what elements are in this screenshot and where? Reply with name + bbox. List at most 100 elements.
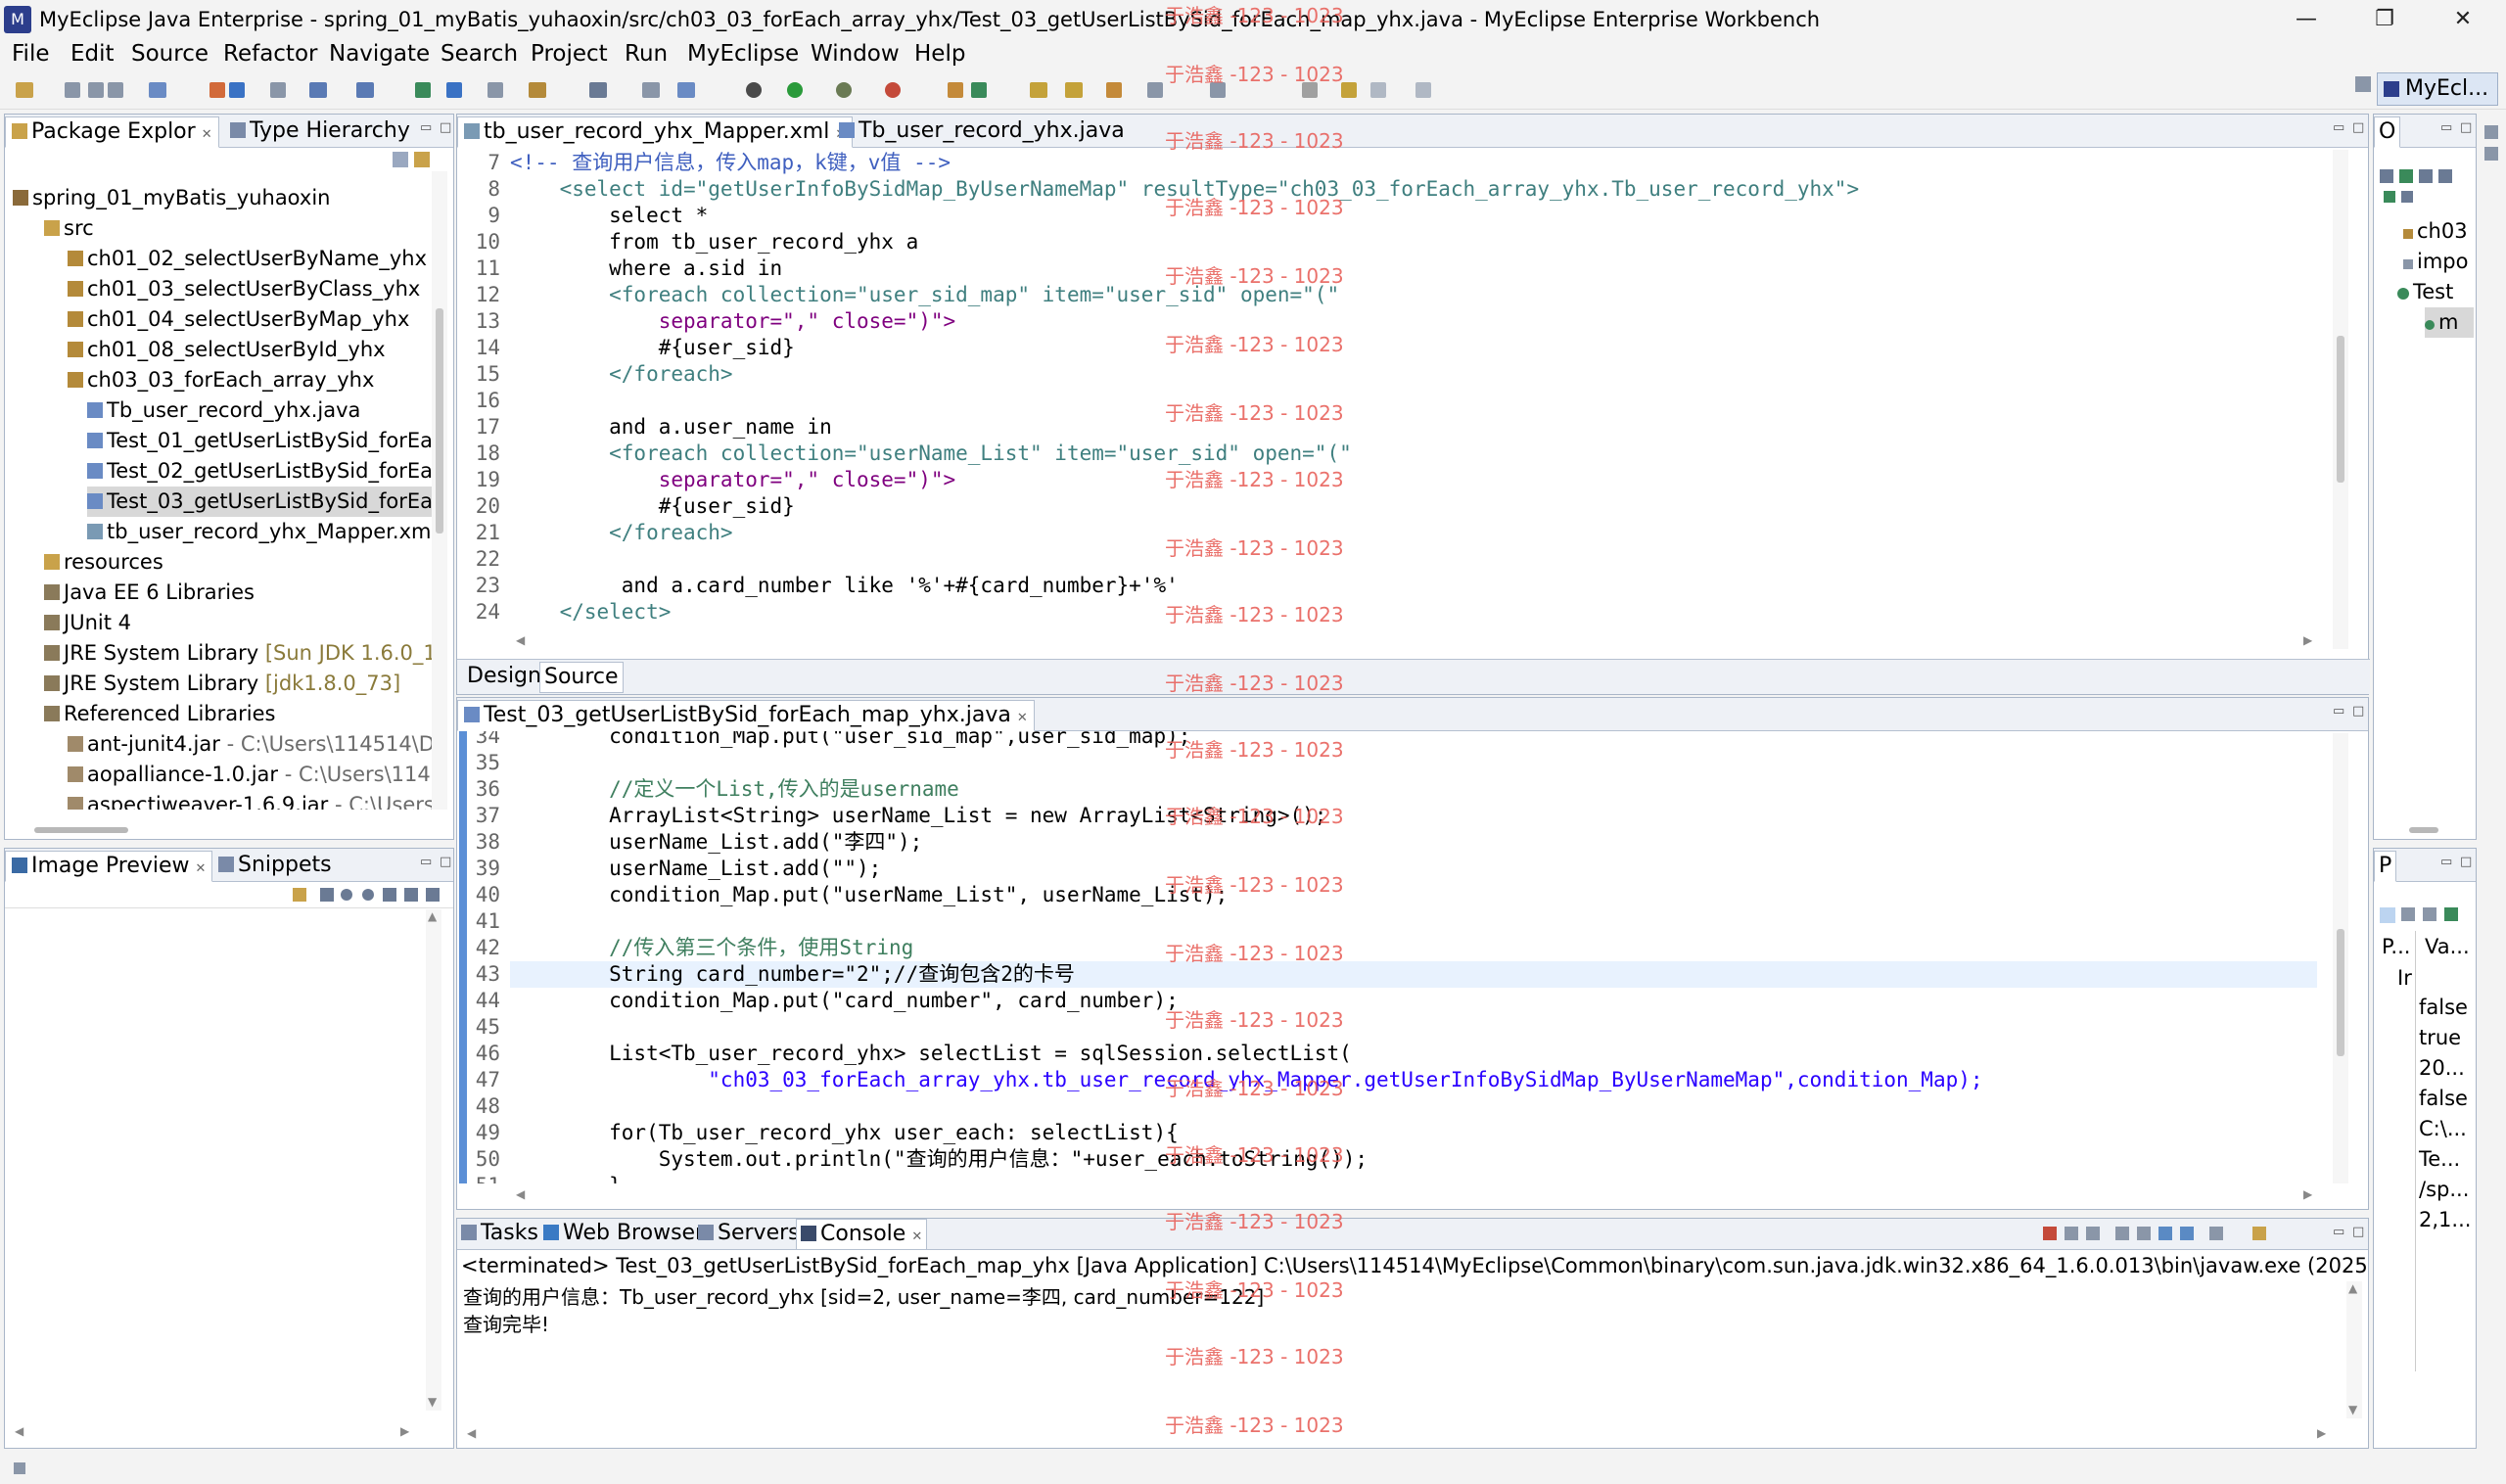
menu-source[interactable]: Source xyxy=(131,41,209,67)
scroll-thumb[interactable] xyxy=(2337,336,2344,483)
tab-image-preview[interactable]: Image Preview ✕ xyxy=(5,851,213,882)
scroll-thumb[interactable] xyxy=(436,308,443,533)
menu-search[interactable]: Search xyxy=(441,41,518,67)
tab-test03-java[interactable]: Test_03_getUserListBySid_forEach_map_yhx… xyxy=(457,700,1035,731)
maximize-view-icon[interactable]: □ xyxy=(2352,704,2364,719)
minimize-view-icon[interactable]: ▭ xyxy=(2440,855,2452,869)
tab-web-browser[interactable]: Web Browser xyxy=(539,1219,708,1250)
tree-item-jar[interactable]: ant-junit4.jar - C:\Users\114514\D xyxy=(68,729,432,760)
java-editor-scrollbar[interactable] xyxy=(2333,733,2348,1183)
minimize-view-icon[interactable]: ▭ xyxy=(420,120,432,135)
scroll-thumb[interactable] xyxy=(2337,929,2344,1056)
tree-item-xml-file[interactable]: tb_user_record_yhx_Mapper.xml xyxy=(87,517,432,547)
console-scrollbar[interactable]: ▲ ▼ xyxy=(2346,1281,2362,1418)
tree-item-package[interactable]: ch01_02_selectUserByName_yhx xyxy=(68,244,427,274)
horizontal-scroll-thumb[interactable] xyxy=(2409,827,2438,833)
menu-refactor[interactable]: Refactor xyxy=(223,41,317,67)
minimize-view-icon[interactable]: ▭ xyxy=(2333,1225,2344,1239)
maximize-view-icon[interactable]: □ xyxy=(2352,1225,2364,1239)
menu-edit[interactable]: Edit xyxy=(70,41,115,67)
tab-snippets[interactable]: Snippets xyxy=(212,851,338,882)
menu-run[interactable]: Run xyxy=(625,41,668,67)
scroll-up-icon[interactable]: ▲ xyxy=(428,909,437,923)
close-icon[interactable]: ✕ xyxy=(202,127,212,142)
menu-myeclipse[interactable]: MyEclipse xyxy=(687,41,799,67)
tab-properties[interactable]: P xyxy=(2374,851,2397,882)
tab-servers[interactable]: Servers xyxy=(694,1219,804,1250)
scroll-left-icon[interactable]: ◀ xyxy=(15,1424,23,1438)
maximize-view-icon[interactable]: □ xyxy=(440,120,451,135)
maximize-button[interactable]: ❐ xyxy=(2355,4,2414,35)
tree-item-package[interactable]: ch01_03_selectUserByClass_yhx xyxy=(68,274,420,304)
tree-item-library[interactable]: JRE System Library [Sun JDK 1.6.0_13 xyxy=(44,638,432,669)
menu-help[interactable]: Help xyxy=(914,41,965,67)
scroll-left-icon[interactable]: ◀ xyxy=(467,1426,476,1440)
scroll-right-icon[interactable]: ▶ xyxy=(2303,633,2312,647)
minimize-button[interactable]: — xyxy=(2277,4,2336,35)
tab-package-explorer[interactable]: Package Explor ✕ xyxy=(5,116,219,148)
side-view-icon[interactable] xyxy=(2484,147,2498,161)
xml-code-area[interactable]: 7 8 9 10 11 12 13 14 15 16 17 18 19 20 2… xyxy=(457,150,2317,649)
tree-item-java-file-selected[interactable]: Test_03_getUserListBySid_forEac xyxy=(87,487,432,517)
tree-item-library[interactable]: Java EE 6 Libraries xyxy=(44,578,255,608)
scroll-right-icon[interactable]: ▶ xyxy=(2303,1187,2312,1201)
maximize-view-icon[interactable]: □ xyxy=(440,855,451,869)
tab-source[interactable]: Source xyxy=(539,662,624,693)
scroll-left-icon[interactable]: ◀ xyxy=(516,633,525,647)
tree-item-project[interactable]: spring_01_myBatis_yuhaoxin xyxy=(13,183,330,213)
menu-window[interactable]: Window xyxy=(811,41,900,67)
tree-item-src[interactable]: src xyxy=(44,213,94,244)
maximize-view-icon[interactable]: □ xyxy=(2460,855,2472,869)
minimize-view-icon[interactable]: ▭ xyxy=(2333,704,2344,719)
maximize-view-icon[interactable]: □ xyxy=(2460,120,2472,135)
scroll-up-icon[interactable]: ▲ xyxy=(2348,1281,2357,1295)
tree-item-resources[interactable]: resources xyxy=(44,547,163,578)
scroll-left-icon[interactable]: ◀ xyxy=(516,1187,525,1201)
tree-item-package[interactable]: ch03_03_forEach_array_yhx xyxy=(68,365,374,395)
outline-item-class[interactable]: Test xyxy=(2397,277,2453,307)
tab-console[interactable]: Console ✕ xyxy=(796,1219,928,1250)
minimize-view-icon[interactable]: ▭ xyxy=(420,855,432,869)
horizontal-scroll-thumb[interactable] xyxy=(34,827,128,833)
scroll-right-icon[interactable]: ▶ xyxy=(2317,1426,2326,1440)
scroll-down-icon[interactable]: ▼ xyxy=(2348,1403,2357,1416)
menu-project[interactable]: Project xyxy=(531,41,608,67)
perspective-button[interactable]: MyEcl... xyxy=(2377,72,2498,106)
console-toolbar-icons[interactable] xyxy=(2043,1225,2337,1246)
tree-item-package[interactable]: ch01_04_selectUserByMap_yhx xyxy=(68,304,409,335)
outline-item-imports[interactable]: impo xyxy=(2403,247,2468,277)
close-icon[interactable]: ✕ xyxy=(1017,711,1028,725)
tab-design[interactable]: Design xyxy=(463,662,545,693)
collapse-all-icon[interactable] xyxy=(393,152,408,167)
tab-mapper-xml[interactable]: tb_user_record_yhx_Mapper.xml✕ xyxy=(457,116,854,148)
scroll-down-icon[interactable]: ▼ xyxy=(428,1395,437,1409)
tree-item-library[interactable]: JUnit 4 xyxy=(44,608,131,638)
tab-type-hierarchy[interactable]: Type Hierarchy xyxy=(224,116,416,148)
tab-outline[interactable]: O xyxy=(2374,116,2401,148)
package-tree-scrollbar[interactable] xyxy=(432,171,447,810)
open-perspective-icon[interactable] xyxy=(2355,76,2371,92)
java-code-area[interactable]: 34 35 36 37 38 39 40 41 42 43 44 45 46 4… xyxy=(457,731,2317,1183)
tree-item-library[interactable]: JRE System Library [jdk1.8.0_73] xyxy=(44,669,400,699)
outline-item-package[interactable]: ch03 xyxy=(2403,216,2468,247)
side-view-icon[interactable] xyxy=(2484,125,2498,139)
properties-toolbar-icons[interactable] xyxy=(2380,905,2474,925)
tree-item-library[interactable]: Referenced Libraries xyxy=(44,699,275,729)
preview-scrollbar[interactable]: ▲ ▼ xyxy=(426,909,441,1411)
tree-item-java-file[interactable]: Test_01_getUserListBySid_forEac xyxy=(87,426,432,456)
tree-item-jar[interactable]: aopalliance-1.0.jar - C:\Users\1145 xyxy=(68,760,432,790)
link-editor-icon[interactable] xyxy=(414,152,430,167)
close-icon[interactable]: ✕ xyxy=(911,1229,922,1244)
close-button[interactable]: ✕ xyxy=(2434,4,2492,35)
minimize-view-icon[interactable]: ▭ xyxy=(2333,120,2344,135)
scroll-right-icon[interactable]: ▶ xyxy=(400,1424,409,1438)
outline-item-method[interactable]: m xyxy=(2425,307,2474,338)
tree-item-java-file[interactable]: Tb_user_record_yhx.java xyxy=(87,395,360,426)
tab-record-java[interactable]: Tb_user_record_yhx.java xyxy=(833,116,1131,148)
maximize-view-icon[interactable]: □ xyxy=(2352,120,2364,135)
tree-item-java-file[interactable]: Test_02_getUserListBySid_forEac xyxy=(87,456,432,487)
close-icon[interactable]: ✕ xyxy=(196,861,207,876)
xml-editor-scrollbar[interactable] xyxy=(2333,150,2348,649)
tree-item-jar[interactable]: aspectjweaver-1.6.9.jar - C:\Users\ xyxy=(68,790,432,810)
image-preview-toolbar[interactable] xyxy=(293,886,449,904)
